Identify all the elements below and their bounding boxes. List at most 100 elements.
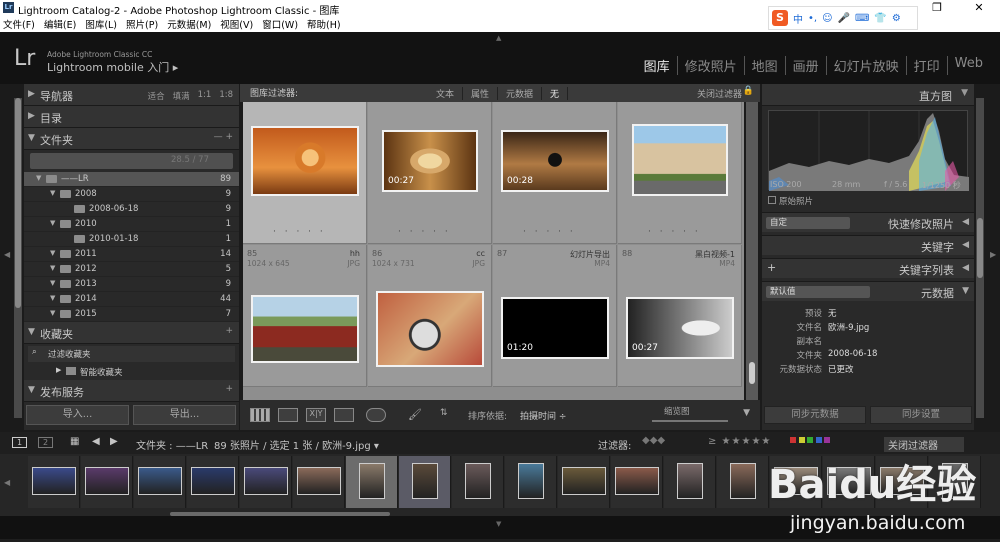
filmstrip-thumbnail[interactable] bbox=[677, 463, 703, 499]
filmstrip-cell[interactable] bbox=[240, 456, 292, 508]
saved-preset-select[interactable]: 自定 bbox=[766, 217, 850, 229]
folder-expand-icon[interactable]: ▼ bbox=[50, 264, 55, 272]
photo-thumbnail[interactable]: 00:28 bbox=[501, 130, 609, 192]
back-arrow-icon[interactable]: ◀ bbox=[92, 436, 100, 447]
smart-collections-row[interactable]: ▶ 智能收藏夹 bbox=[24, 364, 239, 380]
sogou-icon[interactable]: S bbox=[772, 10, 788, 26]
grid-cell[interactable]: 88 黑白视频-1 MP4 00:27 bbox=[618, 245, 742, 387]
original-photo-row[interactable]: 原始照片 bbox=[768, 195, 813, 207]
sync-metadata-button[interactable]: 同步元数据 bbox=[764, 406, 866, 424]
color-label-filter[interactable] bbox=[790, 436, 831, 445]
menu-photo[interactable]: 照片(P) bbox=[126, 17, 158, 31]
grid-cell[interactable]: 00:27 · · · · · bbox=[368, 102, 492, 244]
module-map[interactable]: 地图 bbox=[743, 56, 785, 75]
folder-row[interactable]: ▼ ——LR 89 bbox=[24, 172, 239, 187]
photo-thumbnail[interactable]: 00:27 bbox=[626, 297, 734, 359]
filmstrip-source[interactable]: 文件夹 : ——LR bbox=[136, 437, 208, 452]
photo-thumbnail[interactable] bbox=[632, 124, 728, 196]
sync-settings-button[interactable]: 同步设置 bbox=[870, 406, 972, 424]
filmstrip-cell[interactable] bbox=[452, 456, 504, 508]
menu-view[interactable]: 视图(V) bbox=[220, 17, 253, 31]
filmstrip-thumbnail[interactable] bbox=[518, 463, 544, 499]
filmstrip-cell[interactable] bbox=[505, 456, 557, 508]
microphone-icon[interactable]: 🎤 bbox=[838, 13, 850, 24]
photo-thumbnail[interactable]: 00:27 bbox=[382, 130, 478, 192]
window-2-button[interactable]: 2 bbox=[38, 437, 54, 448]
checkbox-icon[interactable] bbox=[768, 196, 776, 204]
right-panel-toggle-icon[interactable]: ▶ bbox=[990, 250, 996, 259]
lock-icon[interactable]: 🔒 bbox=[743, 86, 754, 96]
left-panel-toggle-icon[interactable]: ◀ bbox=[4, 250, 10, 259]
close-button[interactable]: ✕ bbox=[958, 0, 1000, 16]
sort-direction-icon[interactable]: ⇅ bbox=[440, 408, 448, 418]
folder-expand-icon[interactable]: ▼ bbox=[50, 294, 55, 302]
rating-dots[interactable]: · · · · · bbox=[648, 227, 701, 237]
module-book[interactable]: 画册 bbox=[784, 56, 826, 75]
folder-row[interactable]: ▼ 2008 9 bbox=[24, 187, 239, 202]
publish-header[interactable]: ▼ 发布服务 + bbox=[24, 380, 239, 402]
folder-expand-icon[interactable]: ▼ bbox=[50, 189, 55, 197]
menu-window[interactable]: 窗口(W) bbox=[262, 17, 298, 31]
filter-preset-select[interactable]: 关闭过滤器 bbox=[697, 87, 742, 100]
punctuation-icon[interactable]: •, bbox=[808, 13, 817, 24]
module-web[interactable]: Web bbox=[946, 56, 990, 75]
filmstrip-thumbnail[interactable] bbox=[138, 467, 182, 495]
collections-header[interactable]: ▼ 收藏夹 + bbox=[24, 322, 239, 344]
histogram-header[interactable]: 直方图 ▼ bbox=[762, 84, 974, 106]
filter-tab-attribute[interactable]: 属性 bbox=[463, 87, 499, 100]
emoji-icon[interactable]: ☺ bbox=[822, 13, 832, 24]
histogram[interactable] bbox=[768, 110, 969, 191]
survey-view-icon[interactable] bbox=[334, 408, 354, 422]
flag-filter-icons[interactable]: ◆◆◆ bbox=[642, 435, 665, 446]
filmstrip-cell[interactable] bbox=[81, 456, 133, 508]
filter-tab-text[interactable]: 文本 bbox=[428, 87, 464, 100]
folder-row[interactable]: ▼ 2014 44 bbox=[24, 292, 239, 307]
metadata-row[interactable]: 预设无 bbox=[766, 306, 970, 319]
lightroom-mobile-link[interactable]: Lightroom mobile 入门 ▸ bbox=[47, 59, 178, 75]
folders-add-remove[interactable]: — + bbox=[214, 132, 233, 142]
grid-cell[interactable]: 00:28 · · · · · bbox=[493, 102, 617, 244]
zoom-fill[interactable]: 填满 bbox=[173, 90, 190, 102]
filmstrip-cell[interactable] bbox=[399, 456, 451, 508]
metadata-row[interactable]: 元数据状态 已更改 bbox=[766, 362, 970, 375]
folder-expand-icon[interactable]: ▼ bbox=[50, 219, 55, 227]
export-button[interactable]: 导出... bbox=[133, 405, 236, 425]
left-panel-scrollbar[interactable] bbox=[14, 98, 22, 418]
ime-mode[interactable]: 中 bbox=[793, 11, 803, 26]
people-view-icon[interactable] bbox=[366, 408, 386, 422]
grid-cell[interactable]: · · · · · bbox=[618, 102, 742, 244]
filmstrip-cell[interactable] bbox=[346, 456, 398, 508]
forward-arrow-icon[interactable]: ▶ bbox=[110, 436, 118, 447]
filmstrip-thumbnail[interactable] bbox=[85, 467, 129, 495]
filmstrip-cell[interactable] bbox=[293, 456, 345, 508]
folder-expand-icon[interactable]: ▼ bbox=[50, 279, 55, 287]
folder-row[interactable]: ▼ 2010 1 bbox=[24, 217, 239, 232]
menu-file[interactable]: 文件(F) bbox=[3, 17, 35, 31]
filmstrip-thumbnail[interactable] bbox=[562, 467, 606, 495]
filmstrip-cell[interactable] bbox=[28, 456, 80, 508]
folder-expand-icon[interactable]: ▼ bbox=[50, 309, 55, 317]
folder-row[interactable]: ▼ 2013 9 bbox=[24, 277, 239, 292]
filmstrip-thumbnail[interactable] bbox=[32, 467, 76, 495]
folder-row[interactable]: 2010-01-18 1 bbox=[24, 232, 239, 247]
loupe-view-icon[interactable] bbox=[278, 408, 298, 422]
catalog-header[interactable]: ▶ 目录 bbox=[24, 106, 239, 128]
window-1-button[interactable]: 1 bbox=[12, 437, 28, 448]
zoom-fit[interactable]: 适合 bbox=[148, 90, 165, 102]
quick-develop-header[interactable]: 自定 快速修改照片 ◀ bbox=[762, 212, 974, 232]
filmstrip-thumbnail[interactable] bbox=[465, 463, 491, 499]
folder-row[interactable]: ▼ 2012 5 bbox=[24, 262, 239, 277]
filmstrip-cell[interactable] bbox=[664, 456, 716, 508]
skin-icon[interactable]: 👕 bbox=[874, 13, 886, 24]
maximize-button[interactable]: ❐ bbox=[916, 0, 958, 16]
filter-collections-row[interactable]: ⌕ 过滤收藏夹 bbox=[28, 346, 235, 362]
folder-row[interactable]: 2008-06-18 9 bbox=[24, 202, 239, 217]
grid-cell[interactable]: · · · · · bbox=[243, 102, 367, 244]
ime-toolbar[interactable]: S 中 •, ☺ 🎤 ⌨ 👕 ⚙ bbox=[768, 6, 918, 30]
module-slideshow[interactable]: 幻灯片放映 bbox=[825, 56, 906, 75]
compare-view-icon[interactable]: X|Y bbox=[306, 408, 326, 422]
settings-icon[interactable]: ⚙ bbox=[892, 13, 901, 24]
toolbar-menu-icon[interactable]: ▼ bbox=[743, 408, 750, 418]
filmstrip-left-icon[interactable]: ◀ bbox=[4, 478, 10, 487]
filmstrip-thumbnail[interactable] bbox=[191, 467, 235, 495]
